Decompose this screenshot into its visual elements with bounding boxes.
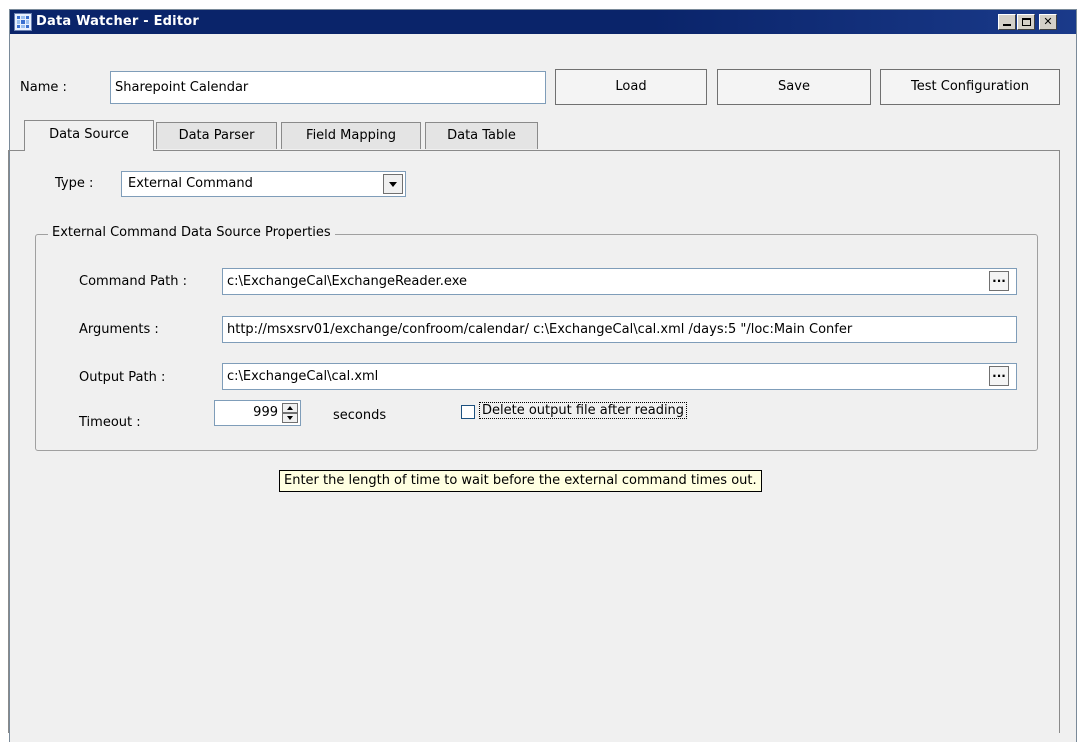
tab-data-parser[interactable]: Data Parser	[156, 122, 277, 149]
load-button[interactable]: Load	[555, 69, 707, 105]
command-path-browse-button[interactable]: ...	[989, 271, 1009, 291]
group-title: External Command Data Source Properties	[48, 225, 335, 240]
delete-output-checkbox[interactable]	[461, 405, 475, 419]
timeout-increment-button[interactable]	[282, 403, 298, 413]
minimize-icon	[1003, 24, 1011, 26]
timeout-unit-label: seconds	[333, 408, 387, 423]
type-select-value: External Command	[128, 176, 253, 191]
timeout-label: Timeout :	[79, 415, 141, 430]
chevron-down-icon	[287, 416, 293, 420]
close-icon: ✕	[1043, 15, 1053, 28]
type-select[interactable]: External Command	[121, 171, 406, 197]
maximize-icon	[1021, 18, 1031, 26]
test-configuration-button[interactable]: Test Configuration	[880, 69, 1060, 105]
app-icon	[14, 13, 32, 31]
timeout-stepper[interactable]: 999	[214, 400, 301, 426]
minimize-button[interactable]	[998, 14, 1016, 30]
close-button[interactable]: ✕	[1039, 14, 1057, 30]
tab-data-source[interactable]: Data Source	[24, 120, 154, 151]
timeout-value: 999	[253, 405, 278, 420]
command-path-input[interactable]: c:\ExchangeCal\ExchangeReader.exe	[222, 268, 1017, 295]
type-label: Type :	[55, 176, 94, 191]
name-input[interactable]: Sharepoint Calendar	[110, 71, 546, 104]
output-path-label: Output Path :	[79, 370, 166, 385]
tab-field-mapping[interactable]: Field Mapping	[281, 122, 421, 149]
timeout-tooltip: Enter the length of time to wait before …	[279, 470, 762, 492]
delete-output-label[interactable]: Delete output file after reading	[479, 402, 688, 419]
save-button[interactable]: Save	[717, 69, 871, 105]
title-bar[interactable]: Data Watcher - Editor ✕	[10, 10, 1076, 34]
window-title: Data Watcher - Editor	[36, 14, 199, 29]
timeout-decrement-button[interactable]	[282, 413, 298, 423]
command-path-label: Command Path :	[79, 274, 188, 289]
arguments-input[interactable]: http://msxsrv01/exchange/confroom/calend…	[222, 316, 1017, 343]
arguments-label: Arguments :	[79, 322, 159, 337]
type-select-toggle[interactable]	[383, 174, 403, 194]
maximize-button[interactable]	[1017, 14, 1035, 30]
chevron-down-icon	[389, 182, 397, 187]
name-label: Name :	[20, 80, 67, 95]
chevron-up-icon	[287, 406, 293, 410]
tab-data-table[interactable]: Data Table	[425, 122, 538, 149]
output-path-browse-button[interactable]: ...	[989, 366, 1009, 386]
output-path-input[interactable]: c:\ExchangeCal\cal.xml	[222, 363, 1017, 390]
